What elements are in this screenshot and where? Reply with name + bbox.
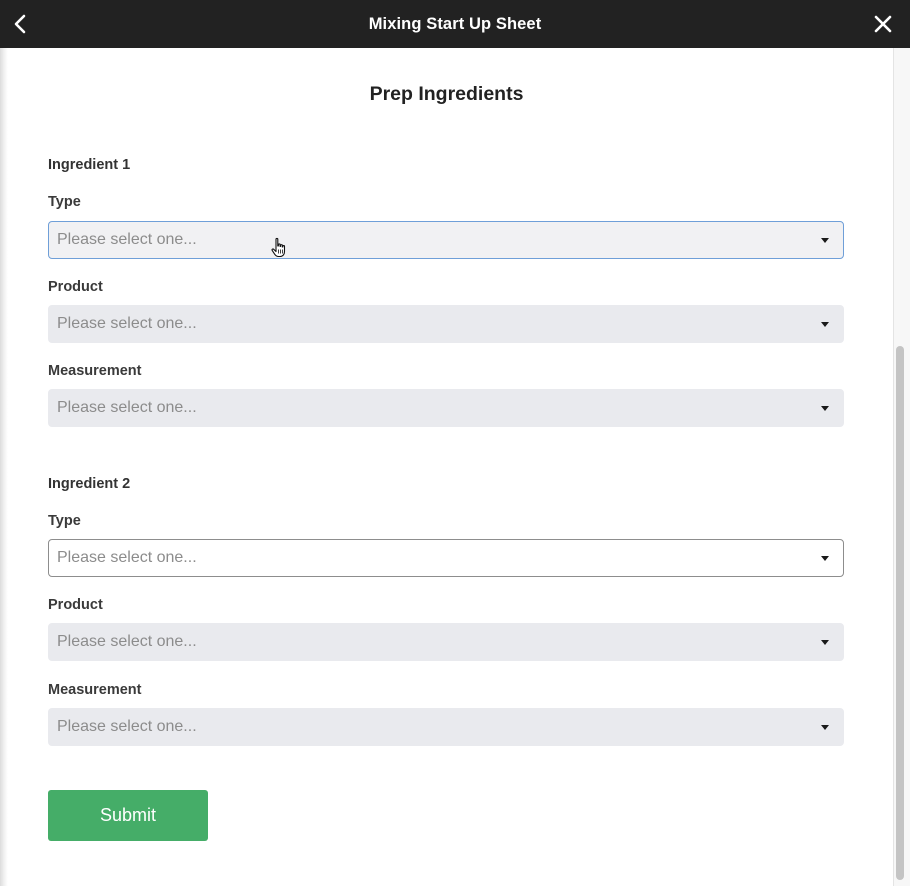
dropdown-caret-icon xyxy=(821,725,829,730)
dropdown-caret-icon xyxy=(821,640,829,645)
ingredient-2-type-select[interactable]: Please select one... xyxy=(48,539,844,577)
close-icon xyxy=(874,15,892,33)
window-title: Mixing Start Up Sheet xyxy=(368,15,542,33)
submit-button[interactable]: Submit xyxy=(48,790,208,841)
select-placeholder: Please select one... xyxy=(57,231,197,248)
page-heading: Prep Ingredients xyxy=(369,83,524,105)
sheet-edge-shadow xyxy=(0,48,8,886)
form-sheet xyxy=(0,48,893,886)
select-placeholder: Please select one... xyxy=(57,315,197,332)
dropdown-caret-icon xyxy=(821,238,829,243)
ingredient-2-product-label: Product xyxy=(48,597,103,613)
select-placeholder: Please select one... xyxy=(57,718,197,735)
select-placeholder: Please select one... xyxy=(57,633,197,650)
dropdown-caret-icon xyxy=(821,322,829,327)
ingredient-1-label: Ingredient 1 xyxy=(48,157,131,173)
title-bar: Mixing Start Up Sheet xyxy=(0,0,910,48)
dropdown-caret-icon xyxy=(821,406,829,411)
ingredient-2-measurement-select[interactable]: Please select one... xyxy=(48,708,844,746)
app-window: Mixing Start Up Sheet Prep Ingredients I… xyxy=(0,0,910,886)
close-button[interactable] xyxy=(868,9,898,39)
select-placeholder: Please select one... xyxy=(57,549,197,566)
ingredient-1-measurement-label: Measurement xyxy=(48,363,142,379)
hand-cursor-icon xyxy=(271,237,286,258)
ingredient-2-label: Ingredient 2 xyxy=(48,476,131,492)
ingredient-1-product-label: Product xyxy=(48,279,103,295)
ingredient-2-product-select[interactable]: Please select one... xyxy=(48,623,844,661)
select-placeholder: Please select one... xyxy=(57,399,197,416)
ingredient-1-product-select[interactable]: Please select one... xyxy=(48,305,844,343)
ingredient-2-type-label: Type xyxy=(48,513,81,529)
ingredient-2-measurement-label: Measurement xyxy=(48,682,142,698)
ingredient-1-type-select[interactable]: Please select one... xyxy=(48,221,844,259)
ingredient-1-measurement-select[interactable]: Please select one... xyxy=(48,389,844,427)
scrollbar-thumb[interactable] xyxy=(896,346,904,880)
dropdown-caret-icon xyxy=(821,556,829,561)
ingredient-1-type-label: Type xyxy=(48,194,81,210)
